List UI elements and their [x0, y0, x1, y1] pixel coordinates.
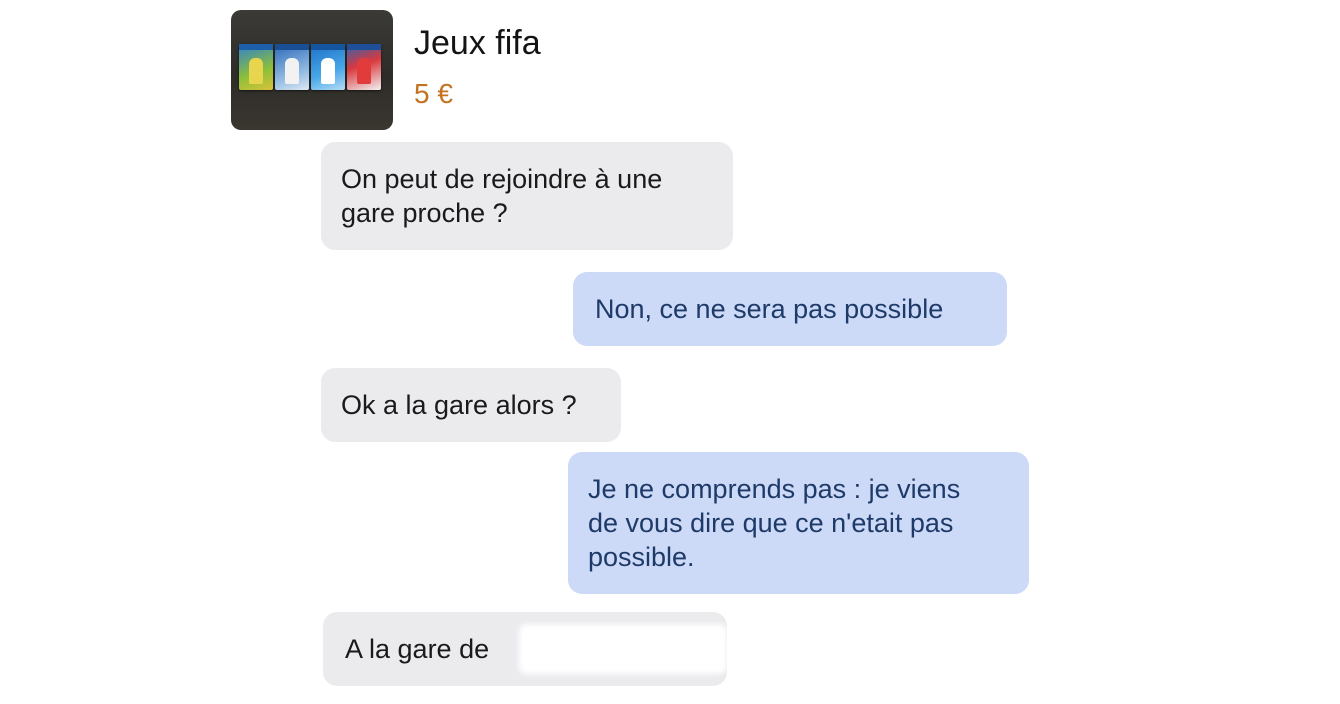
- game-case-2: [275, 44, 309, 90]
- message-bubble-incoming: A la gare de: [323, 612, 727, 686]
- game-case-3: [311, 44, 345, 90]
- listing-title: Jeux fifa: [414, 24, 541, 62]
- redacted-area: [519, 624, 727, 674]
- message-bubble-outgoing: Non, ce ne sera pas possible: [573, 272, 1007, 346]
- message-bubble-outgoing: Je ne comprends pas : je viens de vous d…: [568, 452, 1029, 594]
- listing-thumbnail[interactable]: [231, 10, 393, 130]
- message-text: On peut de rejoindre à une: [341, 164, 663, 194]
- message-text: Je ne comprends pas : je viens: [588, 474, 961, 504]
- listing-header[interactable]: Jeux fifa 5 €: [231, 10, 731, 130]
- game-case-1: [239, 44, 273, 90]
- message-text: de vous dire que ce n'etait pas: [588, 508, 954, 538]
- game-case-4: [347, 44, 381, 90]
- message-bubble-incoming: Ok a la gare alors ?: [321, 368, 621, 442]
- message-bubble-incoming: On peut de rejoindre à une gare proche ?: [321, 142, 733, 250]
- listing-price: 5 €: [414, 78, 453, 109]
- message-text: Non, ce ne sera pas possible: [595, 294, 944, 324]
- message-text: possible.: [588, 542, 695, 572]
- message-text: gare proche ?: [341, 198, 508, 228]
- message-text: Ok a la gare alors ?: [341, 390, 577, 420]
